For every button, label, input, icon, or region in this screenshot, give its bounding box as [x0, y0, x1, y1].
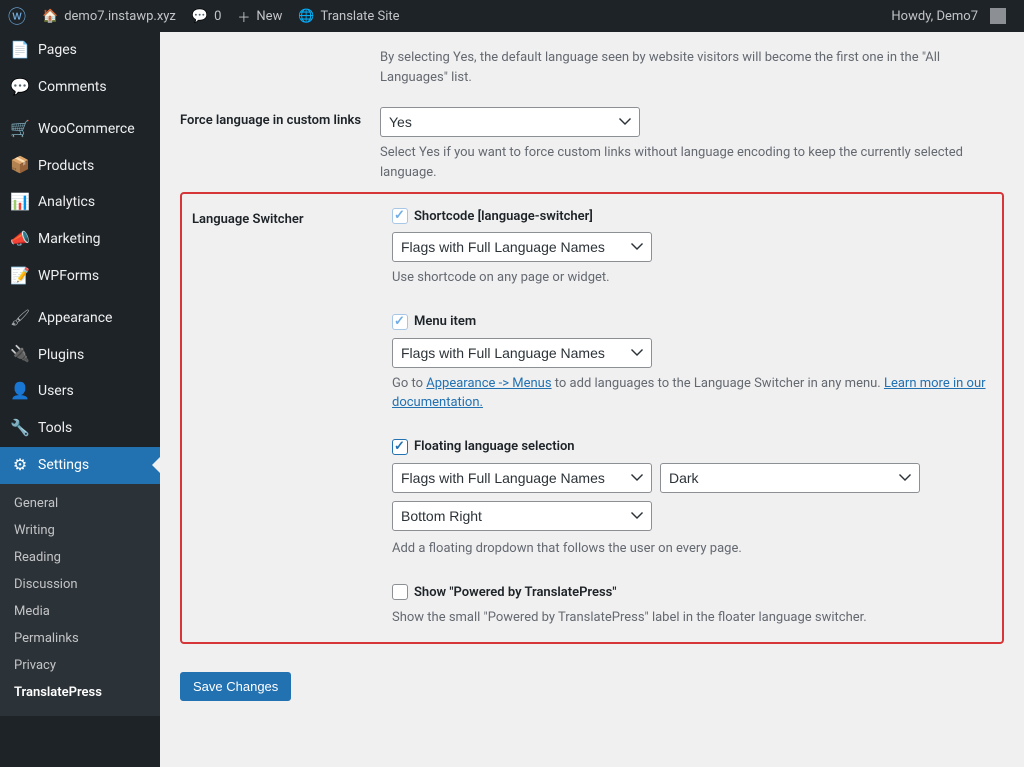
- translate-label: Translate Site: [321, 9, 400, 24]
- shortcode-label: Shortcode [language-switcher]: [414, 209, 593, 224]
- menuitem-style-select[interactable]: Flags with Full Language Names: [392, 338, 652, 368]
- language-switcher-box: Language Switcher Shortcode [language-sw…: [180, 192, 1004, 644]
- powered-block: Show "Powered by TranslatePress" Show th…: [392, 584, 986, 628]
- sidebar-item-label: Analytics: [38, 193, 95, 211]
- default-language-row: By selecting Yes, the default language s…: [180, 32, 1004, 97]
- floating-label: Floating language selection: [414, 439, 575, 454]
- language-switcher-label: Language Switcher: [192, 208, 392, 227]
- sidebar-item-plugins[interactable]: 🔌 Plugins: [0, 336, 160, 373]
- submenu-general[interactable]: General: [0, 490, 160, 517]
- submenu-discussion[interactable]: Discussion: [0, 571, 160, 598]
- sidebar-item-label: Settings: [38, 456, 89, 474]
- sidebar-item-label: Pages: [38, 41, 77, 59]
- force-links-row: Force language in custom links Yes Selec…: [180, 97, 1004, 192]
- sidebar-item-marketing[interactable]: 📣 Marketing: [0, 221, 160, 258]
- translate-icon: 🌐: [298, 9, 314, 24]
- sidebar-item-users[interactable]: 👤 Users: [0, 373, 160, 410]
- appearance-icon: 🖌: [10, 308, 30, 329]
- sidebar-item-label: Appearance: [38, 309, 112, 327]
- force-links-label: Force language in custom links: [180, 107, 380, 128]
- avatar: [990, 8, 1006, 24]
- my-account-link[interactable]: Howdy, Demo7: [883, 0, 1014, 32]
- menuitem-checkbox[interactable]: [392, 314, 408, 330]
- sidebar-item-label: Products: [38, 157, 94, 175]
- sidebar-item-label: WooCommerce: [38, 120, 135, 138]
- force-links-select[interactable]: Yes: [380, 107, 640, 137]
- admin-sidebar: 📄Pages 💬Comments 🛒WooCommerce 📦Products …: [0, 32, 160, 767]
- wpforms-icon: 📝: [10, 266, 30, 287]
- sidebar-item-appearance[interactable]: 🖌 Appearance: [0, 300, 160, 337]
- floating-checkbox[interactable]: [392, 439, 408, 455]
- sidebar-item-settings[interactable]: ⚙ Settings: [0, 447, 160, 484]
- save-button[interactable]: Save Changes: [180, 672, 291, 701]
- floating-block: Floating language selection Flags with F…: [392, 439, 986, 559]
- tools-icon: 🔧: [10, 418, 30, 439]
- submenu-translatepress[interactable]: TranslatePress: [0, 679, 160, 706]
- sidebar-item-wpforms[interactable]: 📝 WPForms: [0, 258, 160, 295]
- products-icon: 📦: [10, 155, 30, 176]
- sidebar-item-label: Plugins: [38, 346, 84, 364]
- settings-submenu: General Writing Reading Discussion Media…: [0, 484, 160, 716]
- menuitem-label: Menu item: [414, 314, 476, 329]
- wp-logo[interactable]: ⓦ: [0, 0, 34, 32]
- floating-position-select[interactable]: Bottom Right: [392, 501, 652, 531]
- comments-link[interactable]: 💬 0: [184, 0, 230, 32]
- force-links-desc: Select Yes if you want to force custom l…: [380, 143, 1004, 182]
- plus-icon: ＋: [237, 7, 250, 26]
- comment-icon: 💬: [10, 77, 30, 98]
- wordpress-icon: ⓦ: [8, 3, 26, 29]
- sidebar-item-tools[interactable]: 🔧 Tools: [0, 410, 160, 447]
- site-title: demo7.instawp.xyz: [64, 9, 176, 24]
- page-icon: 📄: [10, 40, 30, 61]
- translate-site-link[interactable]: 🌐 Translate Site: [290, 0, 407, 32]
- powered-label: Show "Powered by TranslatePress": [414, 585, 617, 600]
- sidebar-item-label: WPForms: [38, 267, 99, 285]
- powered-desc: Show the small "Powered by TranslatePres…: [392, 608, 986, 628]
- shortcode-desc: Use shortcode on any page or widget.: [392, 268, 986, 288]
- settings-content: By selecting Yes, the default language s…: [160, 32, 1024, 767]
- shortcode-style-select[interactable]: Flags with Full Language Names: [392, 232, 652, 262]
- comment-icon: 💬: [192, 9, 208, 24]
- sidebar-item-woocommerce[interactable]: 🛒 WooCommerce: [0, 111, 160, 148]
- settings-icon: ⚙: [10, 455, 30, 476]
- appearance-menus-link[interactable]: Appearance -> Menus: [426, 376, 551, 391]
- plugins-icon: 🔌: [10, 344, 30, 365]
- sidebar-item-analytics[interactable]: 📊 Analytics: [0, 184, 160, 221]
- sidebar-item-comments[interactable]: 💬 Comments: [0, 69, 160, 106]
- default-language-desc: By selecting Yes, the default language s…: [380, 48, 1004, 87]
- new-content-link[interactable]: ＋ New: [229, 0, 290, 32]
- powered-checkbox[interactable]: [392, 584, 408, 600]
- new-label: New: [256, 9, 282, 24]
- menuitem-block: Menu item Flags with Full Language Names…: [392, 314, 986, 413]
- sidebar-item-products[interactable]: 📦 Products: [0, 147, 160, 184]
- analytics-icon: 📊: [10, 192, 30, 213]
- submenu-writing[interactable]: Writing: [0, 517, 160, 544]
- adminbar: ⓦ 🏠 demo7.instawp.xyz 💬 0 ＋ New 🌐 Transl…: [0, 0, 1024, 32]
- submenu-permalinks[interactable]: Permalinks: [0, 625, 160, 652]
- sidebar-item-label: Marketing: [38, 230, 101, 248]
- users-icon: 👤: [10, 381, 30, 402]
- sidebar-item-pages[interactable]: 📄 Pages: [0, 32, 160, 69]
- sidebar-item-label: Users: [38, 382, 74, 400]
- floating-style-select[interactable]: Flags with Full Language Names: [392, 463, 652, 493]
- submenu-reading[interactable]: Reading: [0, 544, 160, 571]
- howdy-label: Howdy, Demo7: [891, 9, 978, 24]
- menuitem-desc: Go to Appearance -> Menus to add languag…: [392, 374, 986, 413]
- woo-icon: 🛒: [10, 119, 30, 140]
- sidebar-item-label: Comments: [38, 78, 107, 96]
- floating-theme-select[interactable]: Dark: [660, 463, 920, 493]
- marketing-icon: 📣: [10, 229, 30, 250]
- submenu-privacy[interactable]: Privacy: [0, 652, 160, 679]
- submenu-media[interactable]: Media: [0, 598, 160, 625]
- comments-count: 0: [214, 9, 221, 24]
- home-icon: 🏠: [42, 9, 58, 24]
- site-home-link[interactable]: 🏠 demo7.instawp.xyz: [34, 0, 184, 32]
- sidebar-item-label: Tools: [38, 419, 72, 437]
- shortcode-block: Shortcode [language-switcher] Flags with…: [392, 208, 986, 288]
- shortcode-checkbox[interactable]: [392, 208, 408, 224]
- floating-desc: Add a floating dropdown that follows the…: [392, 539, 986, 559]
